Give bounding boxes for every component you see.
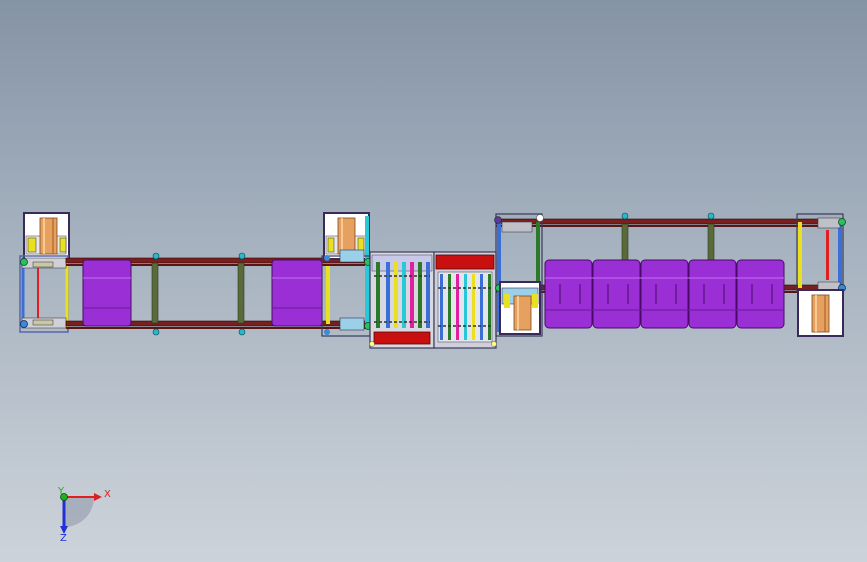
right-conveyor-module [494,212,846,337]
center-station-a [369,251,435,349]
left-lift-unit [23,212,70,260]
product-crate [82,259,132,327]
product-crate [271,259,323,327]
cad-assembly-viewport[interactable]: X Y Z [0,0,867,562]
product-crate-row [544,259,785,329]
right-center-lift-unit [499,281,541,335]
x-axis-arrowhead [94,493,102,501]
x-axis-label: X [104,489,111,500]
left-conveyor-module [19,212,372,337]
y-axis-label: Y [57,486,65,497]
coordinate-triad: X Y Z [57,486,111,544]
right-lift-unit [797,289,844,337]
z-axis-label: Z [60,533,67,544]
center-left-lift-unit [323,212,370,326]
center-station-b [433,251,497,349]
